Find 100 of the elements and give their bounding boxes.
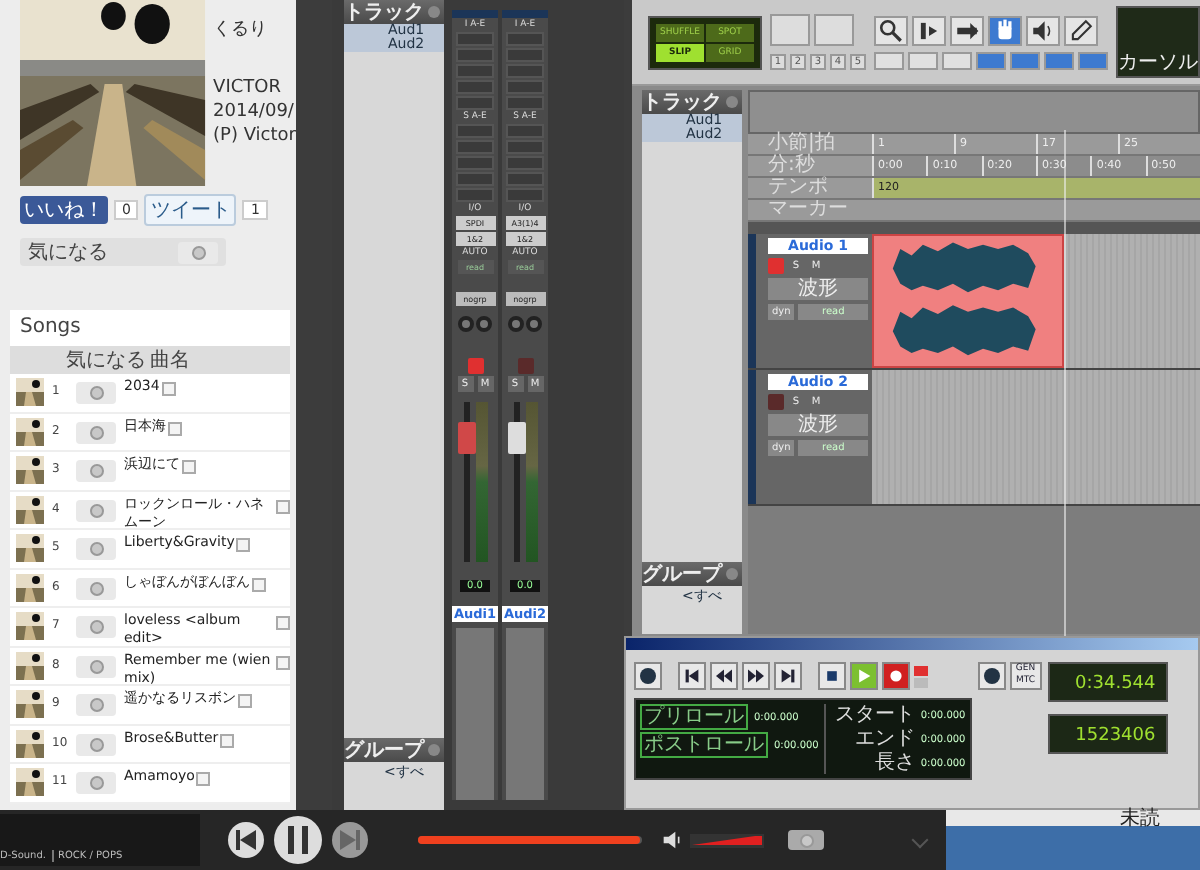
counter-label: カーソル [1118,50,1198,76]
add-icon[interactable] [252,577,266,591]
add-icon[interactable] [238,694,252,708]
favorite-label: 気になる [28,240,108,266]
menu-icon[interactable] [428,6,440,18]
fast-forward-icon [748,668,764,684]
ruler-label: 小節|拍 [766,134,837,154]
favorite-button[interactable] [76,616,116,638]
send-slot[interactable] [456,124,494,138]
rewind-button[interactable] [710,662,738,690]
trim-tool-button[interactable] [912,15,946,45]
skip-forward-icon [338,828,362,852]
tweet-button[interactable]: ツイート [144,194,237,226]
search-icon [878,17,904,43]
send-slot[interactable] [506,124,544,138]
ruler-label: マーカー [766,200,850,220]
stop-button[interactable] [818,662,846,690]
search-tool-button[interactable] [874,15,908,45]
favorite-button[interactable] [76,460,116,482]
ruler-label: 分:秒 [766,156,817,176]
favorite-button[interactable] [788,830,824,850]
menu-icon[interactable] [428,744,440,756]
send-slot[interactable] [456,156,494,170]
column-header: 気になる [66,348,148,374]
insert-slot[interactable] [456,48,494,62]
add-icon[interactable] [276,655,290,669]
send-slot[interactable] [506,172,544,186]
grab-tool-button[interactable] [988,15,1022,45]
taskbar-text[interactable]: 未読 [1120,810,1200,830]
insert-slot[interactable] [506,80,544,94]
next-button[interactable] [332,822,368,858]
add-icon[interactable] [220,733,235,747]
select-tool-button[interactable] [950,15,984,45]
play-icon [856,668,872,684]
fast-forward-button[interactable] [742,662,770,690]
like-button[interactable]: いいね！ [20,196,108,224]
add-icon[interactable] [276,499,290,513]
insert-slot[interactable] [456,96,494,110]
send-slot[interactable] [506,188,544,202]
insert-slot[interactable] [506,64,544,78]
insert-slot[interactable] [506,32,544,46]
length-label: 長さ [872,752,915,774]
skip-back-icon [234,828,258,852]
favorite-button[interactable] [76,694,116,716]
favorite-button[interactable] [76,538,116,560]
pencil-tool-button[interactable] [1064,15,1098,45]
favorite-button[interactable] [76,499,116,521]
insert-slot[interactable] [456,80,494,94]
insert-slot[interactable] [456,32,494,46]
bracket-arrow-icon [916,17,942,43]
menu-icon[interactable] [726,96,738,108]
send-slot[interactable] [456,172,494,186]
add-icon[interactable] [161,382,176,396]
favorite-button[interactable] [178,241,218,263]
start-label: スタート [832,704,915,726]
favorite-button[interactable] [76,382,116,404]
skip-back-icon [684,668,700,684]
add-icon[interactable] [168,421,182,435]
online-button[interactable] [634,662,662,690]
send-slot[interactable] [456,188,494,202]
favorite-button[interactable] [76,577,116,599]
add-icon[interactable] [182,460,196,474]
insert-slot[interactable] [506,96,544,110]
panel-title: トラック [344,0,424,24]
previous-button[interactable] [228,822,264,858]
favorite-button[interactable] [76,733,116,755]
copyright-text: (P) Victor [213,126,296,146]
songs-title: Songs [18,314,83,342]
panel-title: グループ [642,560,722,588]
end-label: エンド [852,728,915,750]
favorite-button[interactable] [76,421,116,443]
volume-fader[interactable] [507,422,525,454]
main-counter: 0:34.544 [1047,662,1168,702]
go-to-end-button[interactable] [774,662,802,690]
insert-slot[interactable] [456,64,494,78]
send-slot[interactable] [506,156,544,170]
rewind-icon [716,668,732,684]
pause-button[interactable] [274,816,322,864]
artist-name[interactable]: くるり [213,16,296,42]
ruler-label: テンポ [766,178,830,198]
panel-title: グループ [344,736,424,764]
postroll-button[interactable]: ポストロール [640,732,768,758]
send-slot[interactable] [456,140,494,154]
preroll-button[interactable]: プリロール [640,704,748,730]
favorite-button[interactable] [76,772,116,794]
pencil-icon [1068,17,1094,43]
favorite-button[interactable] [76,655,116,677]
sync-button[interactable] [977,662,1006,690]
menu-icon[interactable] [726,568,738,580]
panel-title: トラック [642,90,722,114]
add-icon[interactable] [276,616,290,630]
add-icon[interactable] [236,538,251,552]
scrub-tool-button[interactable] [1026,15,1060,45]
insert-slot[interactable] [506,48,544,62]
record-button[interactable] [882,662,910,690]
send-slot[interactable] [506,140,544,154]
return-to-zero-button[interactable] [678,662,706,690]
speaker-icon[interactable] [662,830,682,850]
add-icon[interactable] [196,772,211,786]
release-date: 2014/09/ [213,102,296,122]
